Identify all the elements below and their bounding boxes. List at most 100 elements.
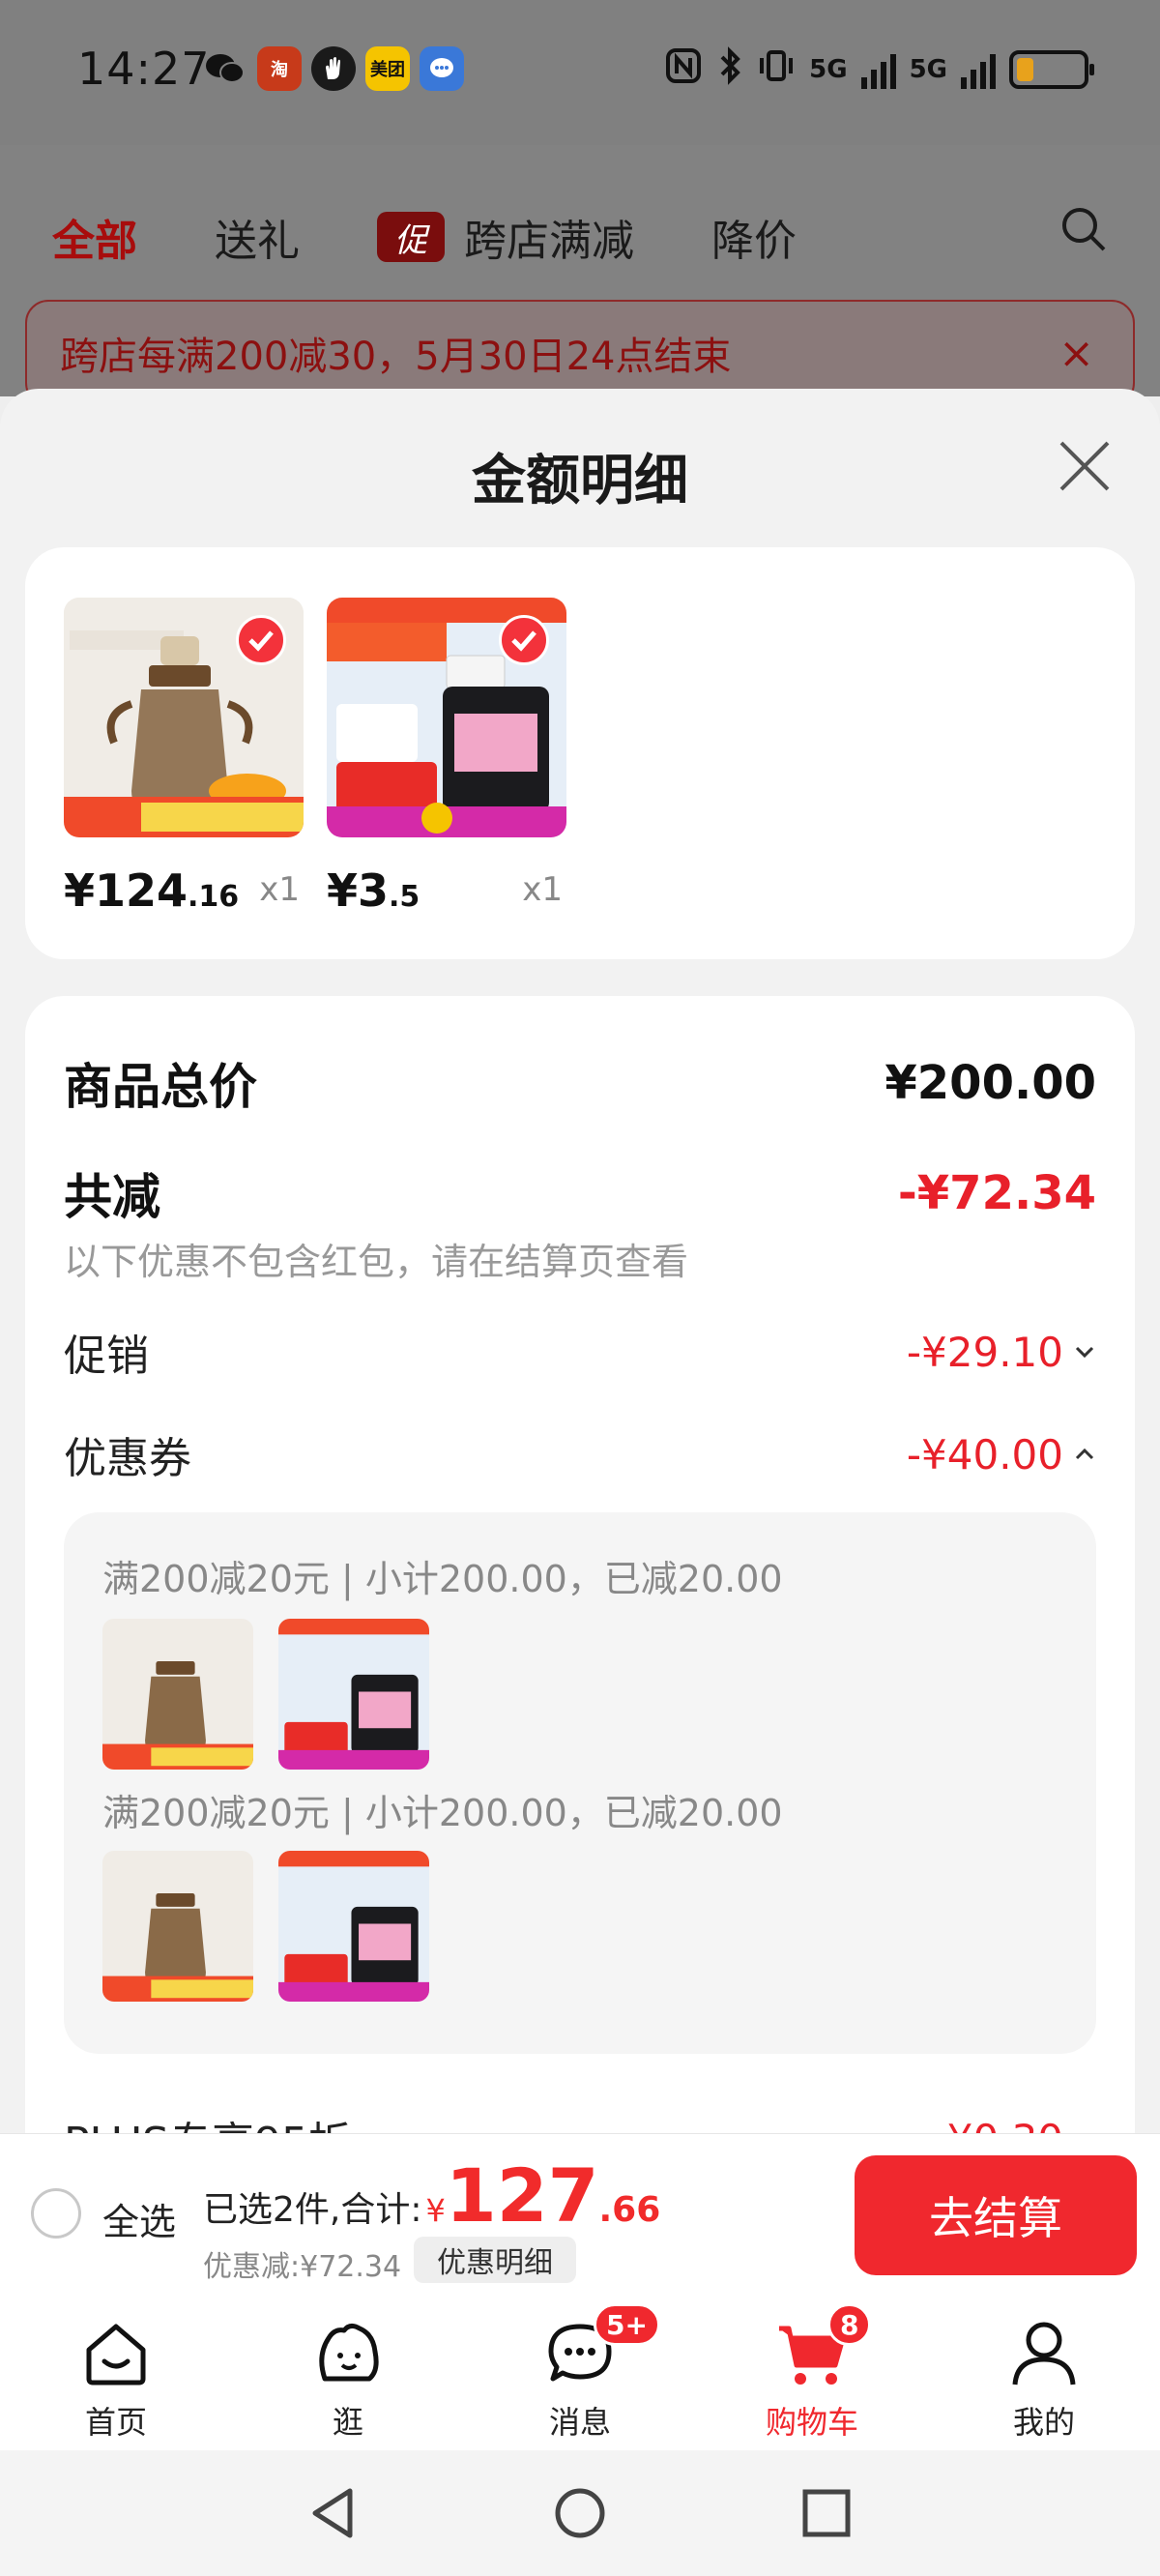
select-all-label[interactable]: 全选 xyxy=(102,2192,176,2245)
total-price-row: 商品总价 ¥200.00 xyxy=(64,1048,1096,1118)
total-price-label: 商品总价 xyxy=(64,1059,257,1115)
product-item[interactable]: ¥124.16 x1 xyxy=(64,598,304,917)
product-quantity: x1 xyxy=(522,870,563,909)
product-item[interactable]: ¥3.5 x1 xyxy=(327,598,566,917)
discount-summary: 优惠减:¥72.34 xyxy=(203,2250,402,2284)
tab-label: 消息 xyxy=(548,2404,611,2441)
hand-icon xyxy=(311,46,356,91)
product-quantity: x1 xyxy=(259,870,300,909)
reduction-label: 共减 xyxy=(64,1169,160,1225)
plus-discount-value-wrap: -¥0.30 xyxy=(933,2116,1096,2135)
status-bar: 14:27 淘 美团 5G 5G xyxy=(0,0,1160,145)
baby-bottle-icon xyxy=(102,1851,253,2002)
cart-page-background: 全部 送礼 促 跨店满减 降价 跨店每满200减30，5月30日24点结束 × xyxy=(0,145,1160,406)
tab-label: 逛 xyxy=(332,2404,363,2441)
tab-cross-store-label: 跨店满减 xyxy=(464,217,634,266)
network-label-2: 5G xyxy=(909,54,947,84)
home-icon xyxy=(86,2324,146,2386)
discount-detail-button[interactable]: 优惠明细 xyxy=(414,2237,576,2283)
total-price-value: ¥200.00 xyxy=(884,1056,1096,1110)
reduction-note: 以下优惠不包含红包，请在结算页查看 xyxy=(64,1241,689,1283)
chevron-down-icon xyxy=(1075,1346,1094,1359)
medicine-bottle-icon xyxy=(278,1851,429,2002)
product-price: ¥124.16 xyxy=(64,864,239,917)
chevron-up-icon xyxy=(1075,1448,1094,1460)
profile-icon xyxy=(1012,2322,1076,2386)
tab-all[interactable]: 全部 xyxy=(52,206,137,268)
tab-price-drop[interactable]: 降价 xyxy=(711,206,797,268)
tab-home[interactable]: 首页 xyxy=(0,2296,232,2450)
product-image xyxy=(64,598,304,837)
promotion-row[interactable]: 促销 -¥29.10 xyxy=(64,1321,1096,1383)
tab-label: 购物车 xyxy=(765,2404,858,2441)
coupon-products xyxy=(102,1619,429,1770)
plus-discount-value: -¥0.30 xyxy=(933,2116,1063,2135)
checkout-button[interactable]: 去结算 xyxy=(855,2155,1137,2275)
vibrate-icon xyxy=(757,46,796,92)
product-price: ¥3.5 xyxy=(327,864,420,917)
status-time: 14:27 xyxy=(77,43,211,95)
network-label-1: 5G xyxy=(809,54,848,84)
close-icon[interactable] xyxy=(1058,439,1112,493)
promotion-label: 促销 xyxy=(64,1332,149,1381)
promotion-value-wrap: -¥29.10 xyxy=(907,1329,1096,1376)
back-icon[interactable] xyxy=(302,2481,365,2545)
promo-banner-text: 跨店每满200减30，5月30日24点结束 xyxy=(60,335,732,379)
checkout-bar: 全选 已选2件,合计: ¥ 127 .66 优惠减:¥72.34 优惠明细 去结… xyxy=(0,2133,1160,2296)
signal-icon xyxy=(961,50,996,89)
amount-breakdown-card: 商品总价 ¥200.00 共减 -¥72.34 以下优惠不包含红包，请在结算页查… xyxy=(25,996,1135,2134)
select-all-radio[interactable] xyxy=(31,2188,81,2239)
close-icon[interactable]: × xyxy=(1058,329,1094,378)
checked-icon xyxy=(499,615,549,665)
system-navigation-bar xyxy=(0,2450,1160,2576)
tab-browse[interactable]: 逛 xyxy=(232,2296,464,2450)
status-indicators: 5G 5G xyxy=(664,46,1094,92)
amount-detail-sheet: 金额明细 ¥124.16 x1 ¥3.5 x1 商品总价 ¥200.00 共减 … xyxy=(0,389,1160,2134)
tab-cross-store[interactable]: 促 跨店满减 xyxy=(377,206,634,268)
total-integer: 127 xyxy=(445,2152,599,2239)
product-image xyxy=(327,598,566,837)
promo-chip: 促 xyxy=(377,212,445,262)
bluetooth-icon xyxy=(716,46,743,92)
promotion-value: -¥29.10 xyxy=(906,1328,1063,1376)
tab-messages[interactable]: 5+ 消息 xyxy=(464,2296,696,2450)
battery-level xyxy=(1017,57,1033,81)
tab-gift[interactable]: 送礼 xyxy=(215,206,300,268)
checked-icon xyxy=(236,615,286,665)
total-decimal: .66 xyxy=(598,2190,661,2230)
reduction-value: -¥72.34 xyxy=(897,1166,1096,1220)
coupon-row[interactable]: 优惠券 -¥40.00 xyxy=(64,1423,1096,1485)
mini-product-image xyxy=(102,1619,253,1770)
nfc-icon xyxy=(664,46,703,92)
tab-label: 我的 xyxy=(1012,2404,1075,2441)
tab-cart[interactable]: 8 购物车 xyxy=(696,2296,928,2450)
coupon-products xyxy=(102,1851,429,2002)
meituan-icon: 美团 xyxy=(365,46,410,91)
cart-badge: 8 xyxy=(827,2303,872,2346)
message-badge: 5+ xyxy=(594,2303,660,2346)
status-app-icons: 淘 美团 xyxy=(203,46,464,91)
medicine-bottle-icon xyxy=(278,1619,429,1770)
coupon-value: -¥40.00 xyxy=(906,1430,1063,1478)
wechat-icon xyxy=(203,46,247,91)
selected-products-card: ¥124.16 x1 ¥3.5 x1 xyxy=(25,547,1135,959)
tab-label: 首页 xyxy=(84,2404,147,2441)
bottom-tab-bar: 首页 逛 5+ 消息 8 购物车 我的 xyxy=(0,2296,1160,2450)
coupon-line: 满200减20元 | 小计200.00，已减20.00 xyxy=(102,1558,783,1600)
signal-icon xyxy=(860,50,896,89)
search-icon[interactable] xyxy=(1059,205,1108,253)
plus-discount-row[interactable]: PLUS专享95折 -¥0.30 xyxy=(64,2108,1096,2134)
plus-discount-label: PLUS专享95折 xyxy=(64,2108,351,2134)
browse-icon xyxy=(319,2323,379,2382)
baby-bottle-icon xyxy=(102,1619,253,1770)
filter-tabs: 全部 送礼 促 跨店满减 降价 xyxy=(0,198,1160,276)
summary-prefix: 已选2件,合计: xyxy=(203,2190,422,2230)
recents-icon[interactable] xyxy=(795,2481,858,2545)
mini-product-image xyxy=(102,1851,253,2002)
home-button-icon[interactable] xyxy=(548,2481,612,2545)
price-integer: ¥124 xyxy=(64,864,188,917)
sheet-title: 金额明细 xyxy=(472,450,688,512)
tab-profile[interactable]: 我的 xyxy=(928,2296,1160,2450)
coupon-label: 优惠券 xyxy=(64,1434,191,1483)
coupon-detail-box: 满200减20元 | 小计200.00，已减20.00 满200减20元 | 小… xyxy=(64,1512,1096,2054)
